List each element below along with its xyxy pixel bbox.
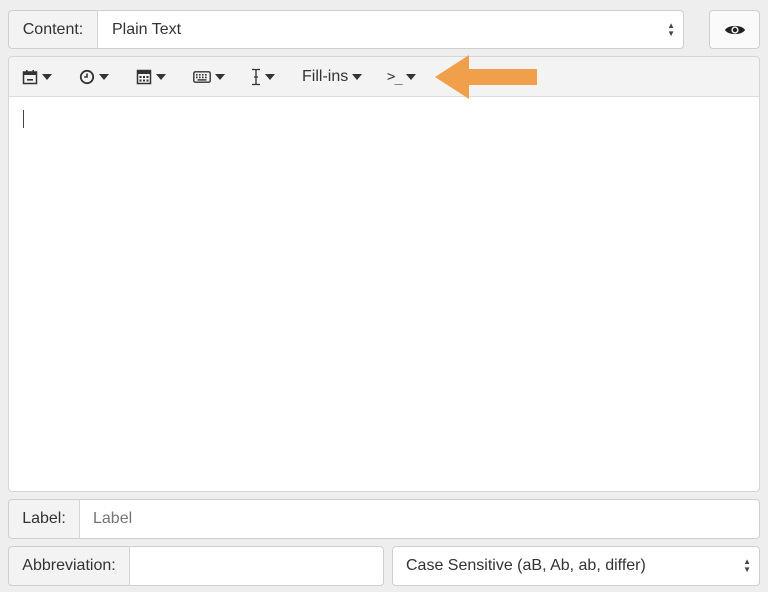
editor-body[interactable] — [9, 98, 759, 491]
chevron-down-icon — [405, 74, 416, 80]
abbreviation-label: Abbreviation: — [8, 546, 130, 586]
chevron-down-icon — [156, 74, 166, 80]
content-row: Content: Plain Text ▲ ▼ — [8, 10, 684, 49]
chevron-down-icon — [352, 74, 363, 80]
toolbar-time-dropdown[interactable] — [79, 57, 109, 97]
label-input[interactable] — [80, 499, 760, 539]
select-arrows-icon: ▲ ▼ — [743, 557, 751, 574]
arrow-left-icon — [435, 55, 537, 99]
abbreviation-row: Abbreviation: — [8, 546, 384, 586]
toolbar-keyboard-dropdown[interactable] — [193, 57, 225, 97]
content-label: Content: — [8, 10, 98, 49]
clock-icon — [79, 69, 95, 85]
eye-icon — [724, 25, 745, 34]
calculator-icon — [136, 69, 152, 85]
abbreviation-input[interactable] — [130, 546, 384, 586]
toolbar-script-dropdown[interactable]: >_ — [387, 57, 416, 97]
content-type-value: Plain Text — [112, 20, 182, 38]
chevron-down-icon — [265, 74, 275, 80]
label-row: Label: — [8, 499, 760, 539]
chevron-down-icon — [215, 74, 225, 80]
case-sensitivity-select[interactable]: Case Sensitive (aB, Ab, ab, differ) ▲ ▼ — [392, 546, 760, 586]
chevron-down-icon — [42, 74, 52, 80]
snippet-editor[interactable]: Fill-ins >_ — [8, 55, 760, 492]
select-arrows-icon: ▲ ▼ — [667, 20, 675, 38]
toolbar-calculation-dropdown[interactable] — [136, 57, 166, 97]
toolbar-date-dropdown[interactable] — [22, 57, 52, 97]
toolbar-cursor-dropdown[interactable] — [251, 57, 275, 97]
terminal-icon: >_ — [387, 69, 403, 85]
fillins-label: Fill-ins — [302, 68, 349, 85]
editor-toolbar: Fill-ins >_ — [9, 55, 759, 99]
preview-button[interactable] — [709, 10, 760, 49]
content-type-select[interactable]: Plain Text ▲ ▼ — [98, 10, 684, 49]
calendar-icon — [22, 70, 38, 85]
keyboard-icon — [193, 71, 211, 83]
toolbar-fillins-dropdown[interactable]: Fill-ins — [302, 57, 363, 97]
label-field-label: Label: — [8, 499, 80, 539]
text-caret — [23, 110, 24, 128]
chevron-down-icon — [99, 74, 109, 80]
text-cursor-icon — [252, 68, 260, 86]
case-sensitivity-value: Case Sensitive (aB, Ab, ab, differ) — [406, 557, 646, 574]
